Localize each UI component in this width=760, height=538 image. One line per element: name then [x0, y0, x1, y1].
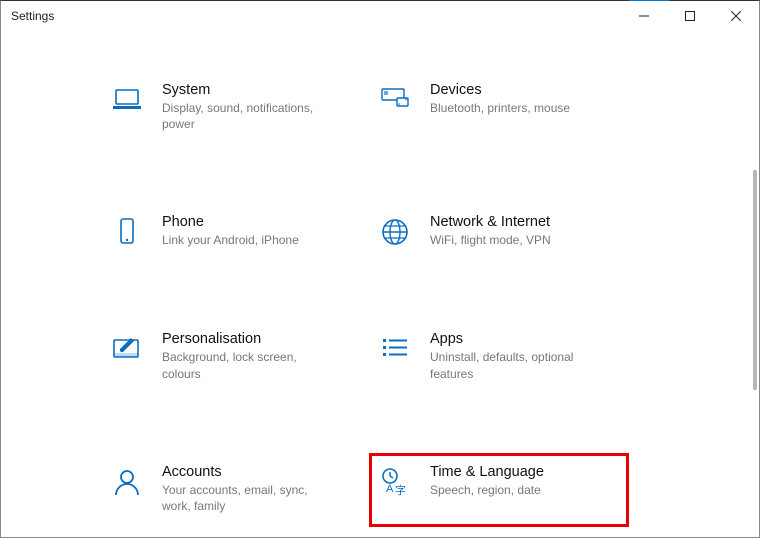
category-description: Speech, region, date: [430, 482, 544, 498]
category-phone[interactable]: Phone Link your Android, iPhone: [101, 203, 361, 262]
category-description: Bluetooth, printers, mouse: [430, 100, 570, 116]
laptop-icon: [110, 83, 144, 117]
paintbrush-icon: [110, 332, 144, 366]
category-title: Personalisation: [162, 331, 332, 347]
settings-content: System Display, sound, notifications, pow…: [1, 31, 759, 537]
category-accounts[interactable]: Accounts Your accounts, email, sync, work…: [101, 453, 361, 527]
window-controls: [621, 1, 759, 31]
category-title: Network & Internet: [430, 214, 551, 230]
category-title: Time & Language: [430, 464, 544, 480]
titlebar: Settings: [1, 1, 759, 31]
category-apps[interactable]: Apps Uninstall, defaults, optional featur…: [369, 320, 629, 394]
category-title: System: [162, 82, 332, 98]
category-personalisation[interactable]: Personalisation Background, lock screen, …: [101, 320, 361, 394]
category-description: Background, lock screen, colours: [162, 349, 332, 381]
category-description: WiFi, flight mode, VPN: [430, 232, 551, 248]
category-network[interactable]: Network & Internet WiFi, flight mode, VPN: [369, 203, 629, 262]
person-icon: [110, 465, 144, 499]
category-title: Devices: [430, 82, 570, 98]
window-title: Settings: [11, 9, 54, 23]
category-title: Apps: [430, 331, 600, 347]
category-devices[interactable]: Devices Bluetooth, printers, mouse: [369, 71, 629, 145]
category-description: Your accounts, email, sync, work, family: [162, 482, 332, 514]
globe-icon: [378, 215, 412, 249]
time-language-icon: [378, 465, 412, 499]
devices-icon: [378, 83, 412, 117]
maximize-button[interactable]: [667, 1, 713, 31]
category-description: Uninstall, defaults, optional features: [430, 349, 600, 381]
apps-list-icon: [378, 332, 412, 366]
close-button[interactable]: [713, 1, 759, 31]
category-system[interactable]: System Display, sound, notifications, pow…: [101, 71, 361, 145]
category-description: Link your Android, iPhone: [162, 232, 299, 248]
category-title: Accounts: [162, 464, 332, 480]
minimize-button[interactable]: [621, 1, 667, 31]
category-title: Phone: [162, 214, 299, 230]
phone-icon: [110, 215, 144, 249]
category-description: Display, sound, notifications, power: [162, 100, 332, 132]
category-time-language[interactable]: Time & Language Speech, region, date: [369, 453, 629, 527]
vertical-scrollbar[interactable]: [753, 170, 757, 390]
